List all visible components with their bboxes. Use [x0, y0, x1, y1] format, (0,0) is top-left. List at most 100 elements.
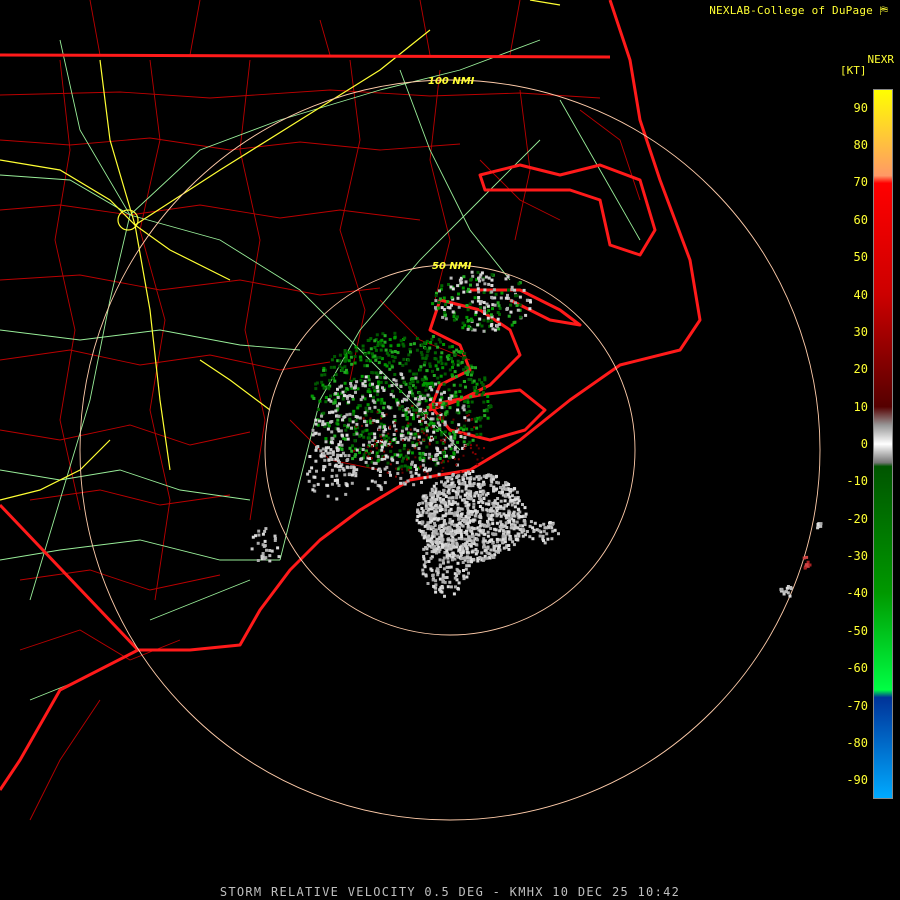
radar-pixel	[351, 420, 355, 424]
radar-pixel	[371, 466, 375, 470]
radar-pixel	[464, 487, 468, 491]
radar-pixel	[396, 343, 400, 347]
radar-pixel	[518, 295, 522, 299]
radar-pixel	[435, 440, 439, 444]
radar-pixel	[390, 355, 394, 358]
radar-pixel	[462, 498, 466, 501]
radar-pixel	[488, 404, 492, 408]
radar-pixel	[371, 382, 374, 386]
radar-pixel	[808, 563, 812, 567]
radar-pixel	[473, 426, 476, 429]
radar-pixel	[438, 457, 442, 460]
radar-pixel	[515, 520, 519, 524]
radar-pixel	[503, 499, 507, 503]
radar-pixel	[383, 481, 387, 485]
radar-pixel	[360, 457, 364, 461]
radar-pixel	[522, 288, 526, 292]
radar-pixel	[469, 395, 473, 399]
radar-pixel	[469, 277, 473, 281]
radar-pixel	[494, 532, 498, 536]
radar-pixel	[370, 479, 374, 483]
radar-pixel	[402, 344, 406, 348]
radar-pixel	[350, 362, 354, 366]
radar-pixel	[322, 368, 326, 372]
radar-pixel	[369, 450, 372, 453]
radar-pixel	[424, 531, 428, 535]
radar-pixel	[436, 571, 440, 575]
radar-pixel	[379, 380, 383, 384]
radar-pixel	[273, 537, 277, 540]
radar-pixel	[390, 365, 394, 369]
radar-pixel	[367, 436, 371, 440]
radar-pixel	[461, 357, 465, 361]
radar-pixel	[336, 427, 340, 431]
radar-pixel	[458, 390, 462, 393]
radar-pixel	[430, 337, 434, 341]
radar-pixel	[435, 567, 439, 571]
radar-pixel	[473, 509, 477, 513]
radar-pixel	[470, 550, 474, 554]
radar-pixel	[374, 348, 378, 352]
radar-pixel	[523, 519, 526, 522]
radar-pixel	[499, 514, 503, 518]
radar-pixel	[403, 443, 407, 447]
radar-pixel	[387, 436, 391, 440]
minor-highways	[0, 39, 641, 701]
radar-pixel	[433, 351, 437, 355]
radar-pixel	[430, 540, 434, 544]
radar-pixel	[467, 516, 471, 520]
radar-pixel	[448, 580, 452, 584]
radar-pixel	[393, 335, 397, 339]
radar-pixel	[444, 542, 448, 546]
radar-pixel	[470, 535, 474, 539]
radar-pixel	[393, 350, 397, 353]
radar-pixel	[472, 505, 476, 509]
radar-pixel	[446, 585, 450, 589]
radar-pixel	[424, 388, 428, 392]
radar-pixel	[442, 488, 446, 492]
radar-pixel	[425, 434, 428, 437]
radar-pixel	[479, 515, 482, 519]
radar-pixel	[330, 482, 334, 486]
radar-pixel	[380, 448, 384, 452]
radar-pixel	[489, 517, 493, 521]
radar-pixel	[351, 397, 355, 401]
radar-pixel	[422, 497, 426, 501]
radar-pixel	[437, 404, 440, 407]
radar-pixel	[366, 409, 370, 413]
radar-pixel	[467, 564, 471, 568]
radar-pixel	[518, 315, 522, 319]
radar-pixel	[442, 308, 446, 311]
radar-pixel	[450, 394, 454, 398]
radar-pixel	[455, 574, 459, 578]
radar-pixel	[376, 455, 380, 458]
radar-pixel	[350, 481, 354, 485]
radar-pixel	[463, 447, 466, 450]
radar-pixel	[260, 554, 264, 558]
radar-pixel	[414, 397, 418, 401]
radar-pixel	[512, 501, 516, 505]
radar-pixel	[393, 414, 397, 418]
radar-pixel	[396, 472, 400, 475]
radar-pixel	[516, 508, 520, 512]
radar-pixel	[417, 433, 420, 435]
radar-pixel	[466, 327, 470, 331]
radar-pixel	[349, 351, 353, 355]
radar-pixel	[379, 376, 383, 380]
radar-pixel	[417, 447, 421, 450]
radar-pixel	[342, 468, 346, 472]
radar-pixel	[465, 410, 469, 414]
radar-pixel	[414, 456, 417, 459]
radar-pixel	[318, 399, 322, 403]
radar-pixel	[348, 472, 352, 476]
radar-pixel	[352, 386, 356, 390]
radar-pixel	[327, 424, 331, 428]
radar-pixel	[398, 449, 402, 453]
radar-pixel	[434, 299, 438, 303]
radar-pixel	[415, 468, 418, 472]
radar-pixel	[470, 529, 474, 533]
radar-pixel	[467, 571, 470, 575]
legend-tick: -70	[846, 698, 868, 713]
radar-pixel	[407, 408, 410, 411]
radar-pixel	[471, 438, 475, 442]
